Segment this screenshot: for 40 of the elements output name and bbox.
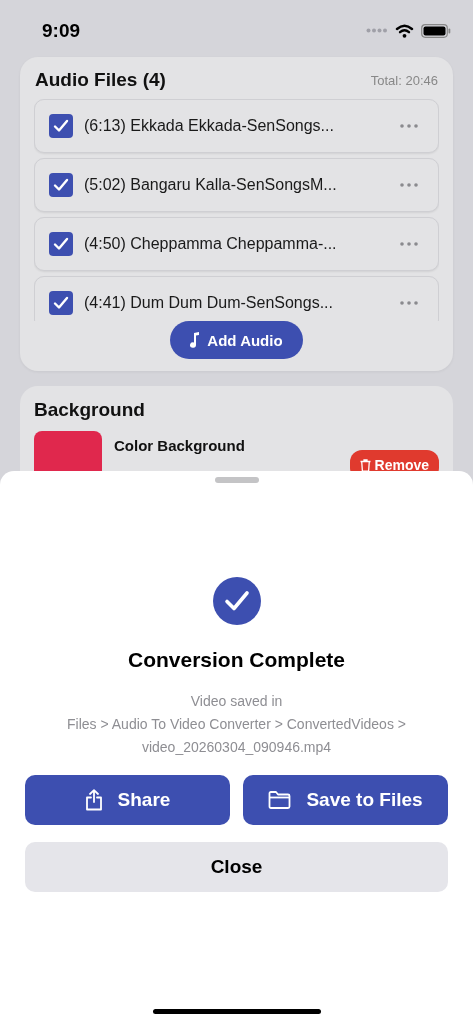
audio-file-row[interactable]: (6:13) Ekkada Ekkada-SenSongs... xyxy=(34,99,439,153)
save-to-files-button[interactable]: Save to Files xyxy=(243,775,448,825)
save-location-text: Video saved in xyxy=(190,692,283,710)
share-icon xyxy=(84,789,103,811)
checkbox[interactable] xyxy=(49,291,73,315)
section-title: Audio Files (4) xyxy=(35,69,166,91)
audio-file-name: (4:41) Dum Dum Dum-SenSongs... xyxy=(84,294,334,312)
checkbox[interactable] xyxy=(49,173,73,197)
more-icon[interactable] xyxy=(400,183,418,187)
more-icon[interactable] xyxy=(400,301,418,305)
audio-file-row[interactable]: (4:50) Cheppamma Cheppamma-... xyxy=(34,217,439,271)
battery-icon xyxy=(421,23,451,38)
audio-file-row[interactable]: (4:41) Dum Dum Dum-SenSongs... xyxy=(34,276,439,321)
checkbox[interactable] xyxy=(49,114,73,138)
folder-icon xyxy=(268,791,292,809)
section-title: Background xyxy=(34,399,146,421)
status-time: 9:09 xyxy=(42,19,81,42)
checkmark-icon xyxy=(53,119,69,133)
audio-file-name: (5:02) Bangaru Kalla-SenSongsM... xyxy=(84,176,338,194)
save-location-text: video_20260304_090946.mp4 xyxy=(141,738,332,756)
audio-file-name: (6:13) Ekkada Ekkada-SenSongs... xyxy=(84,117,335,135)
checkmark-icon xyxy=(53,296,69,310)
more-icon[interactable] xyxy=(400,242,418,246)
checkbox[interactable] xyxy=(49,232,73,256)
total-duration: Total: 20:46 xyxy=(370,72,438,88)
checkmark-circle-icon xyxy=(212,577,261,625)
save-location-text: Files > Audio To Video Converter > ConvertedVideos > xyxy=(67,715,406,733)
signal-icon xyxy=(366,28,388,33)
sheet-title: Conversion Complete xyxy=(127,648,345,672)
more-icon[interactable] xyxy=(400,124,418,128)
music-note-icon xyxy=(190,332,201,348)
checkmark-icon xyxy=(53,178,69,192)
share-button[interactable]: Share xyxy=(25,775,230,825)
audio-file-name: (4:50) Cheppamma Cheppamma-... xyxy=(84,235,338,253)
audio-file-row[interactable]: (5:02) Bangaru Kalla-SenSongsM... xyxy=(34,158,439,212)
wifi-icon xyxy=(395,23,414,38)
close-button[interactable]: Close xyxy=(25,842,448,892)
checkmark-icon xyxy=(53,237,69,251)
option-title: Color Background xyxy=(114,437,246,454)
add-audio-button[interactable]: Add Audio xyxy=(170,321,303,359)
